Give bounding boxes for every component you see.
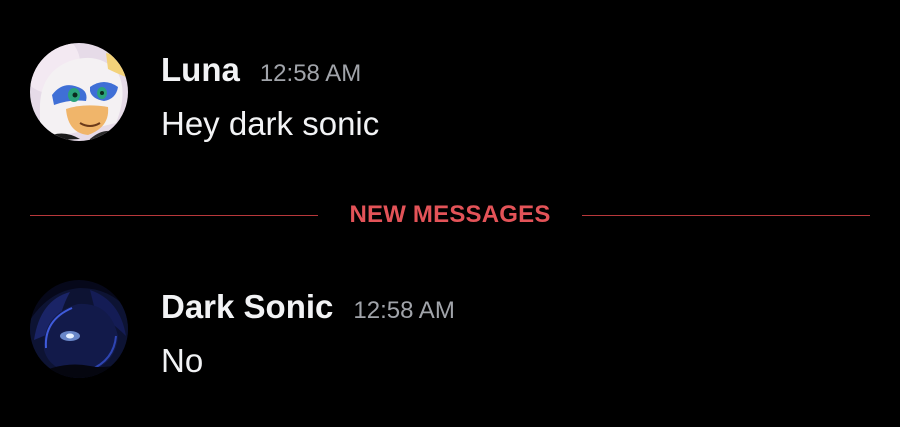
dark-sonic-avatar[interactable] — [30, 280, 128, 378]
divider-line-right — [582, 215, 870, 216]
timestamp: 12:58 AM — [353, 297, 455, 324]
bat-character-avatar-icon — [30, 43, 128, 141]
new-messages-divider: NEW MESSAGES — [30, 199, 870, 233]
username[interactable]: Luna — [161, 51, 240, 88]
divider-line-left — [30, 215, 318, 216]
hedgehog-character-avatar-icon — [30, 280, 128, 378]
new-messages-label: NEW MESSAGES — [349, 201, 551, 228]
timestamp: 12:58 AM — [259, 60, 362, 87]
message-content: Hey dark sonic — [161, 105, 380, 142]
message-header: Luna 12:58 AM — [161, 53, 361, 86]
luna-avatar[interactable] — [30, 43, 128, 141]
message-content: No — [161, 342, 204, 379]
chat-message-list: Luna 12:58 AM Hey dark sonic NEW MESSAGES — [0, 0, 900, 427]
message-header: Dark Sonic 12:58 AM — [161, 290, 455, 323]
username[interactable]: Dark Sonic — [161, 288, 333, 325]
